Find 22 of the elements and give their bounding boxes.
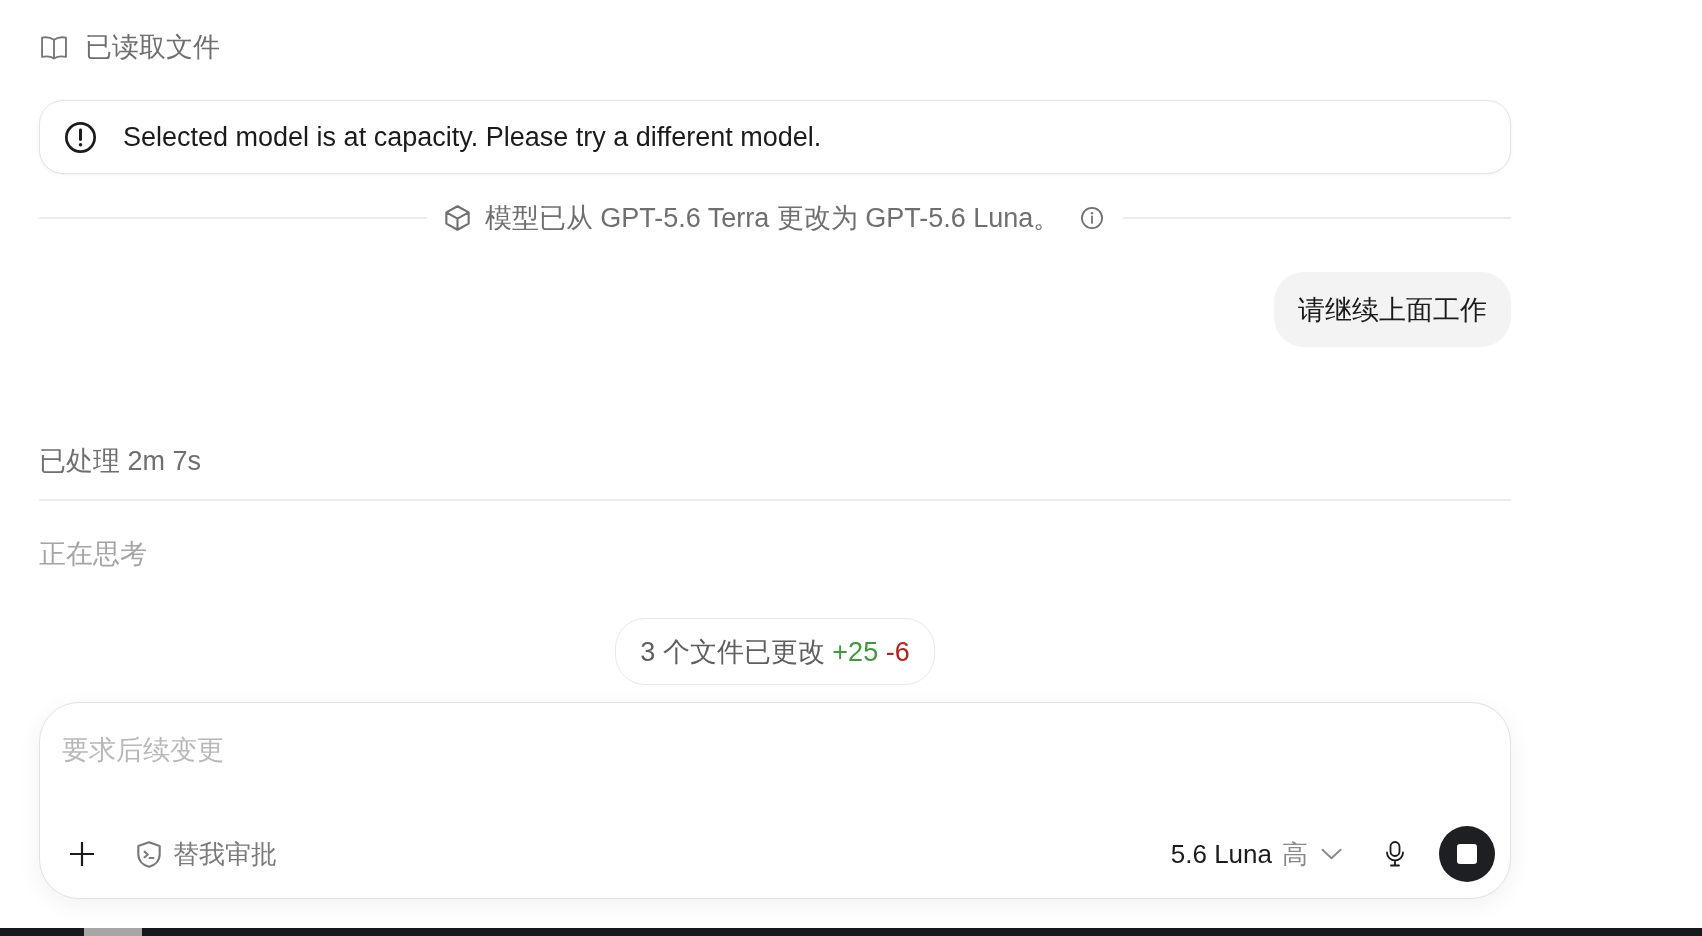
stop-button[interactable]: [1439, 826, 1495, 882]
processed-time: 已处理 2m 7s: [39, 445, 202, 478]
book-icon: [41, 34, 67, 60]
cube-icon: [444, 205, 470, 231]
alert-message: Selected model is at capacity. Please try a different model.: [123, 121, 822, 154]
approval-mode-button[interactable]: 替我审批: [137, 836, 277, 872]
chevron-down-icon: [1321, 848, 1342, 860]
user-message: 请继续上面工作: [1274, 272, 1511, 347]
composer-panel[interactable]: 要求后续变更 替我审批 5.6 Luna 高: [39, 702, 1511, 899]
thumbnail-placeholder: [84, 928, 142, 936]
activity-label: 已读取文件: [85, 31, 220, 64]
shield-icon: [137, 840, 161, 868]
files-changed-button[interactable]: 3 个文件已更改 +25 -6: [615, 618, 935, 685]
message-input[interactable]: 要求后续变更: [62, 732, 1495, 826]
stop-icon: [1457, 844, 1477, 864]
microphone-icon: [1385, 841, 1405, 867]
model-change-notice: 模型已从 GPT-5.6 Terra 更改为 GPT-5.6 Luna。: [484, 202, 1061, 235]
thinking-status: 正在思考: [39, 538, 147, 571]
plus-icon: [69, 841, 95, 867]
alert-icon: [65, 121, 96, 153]
info-icon[interactable]: [1081, 207, 1104, 229]
model-selector[interactable]: 5.6 Luna 高: [1170, 836, 1342, 872]
